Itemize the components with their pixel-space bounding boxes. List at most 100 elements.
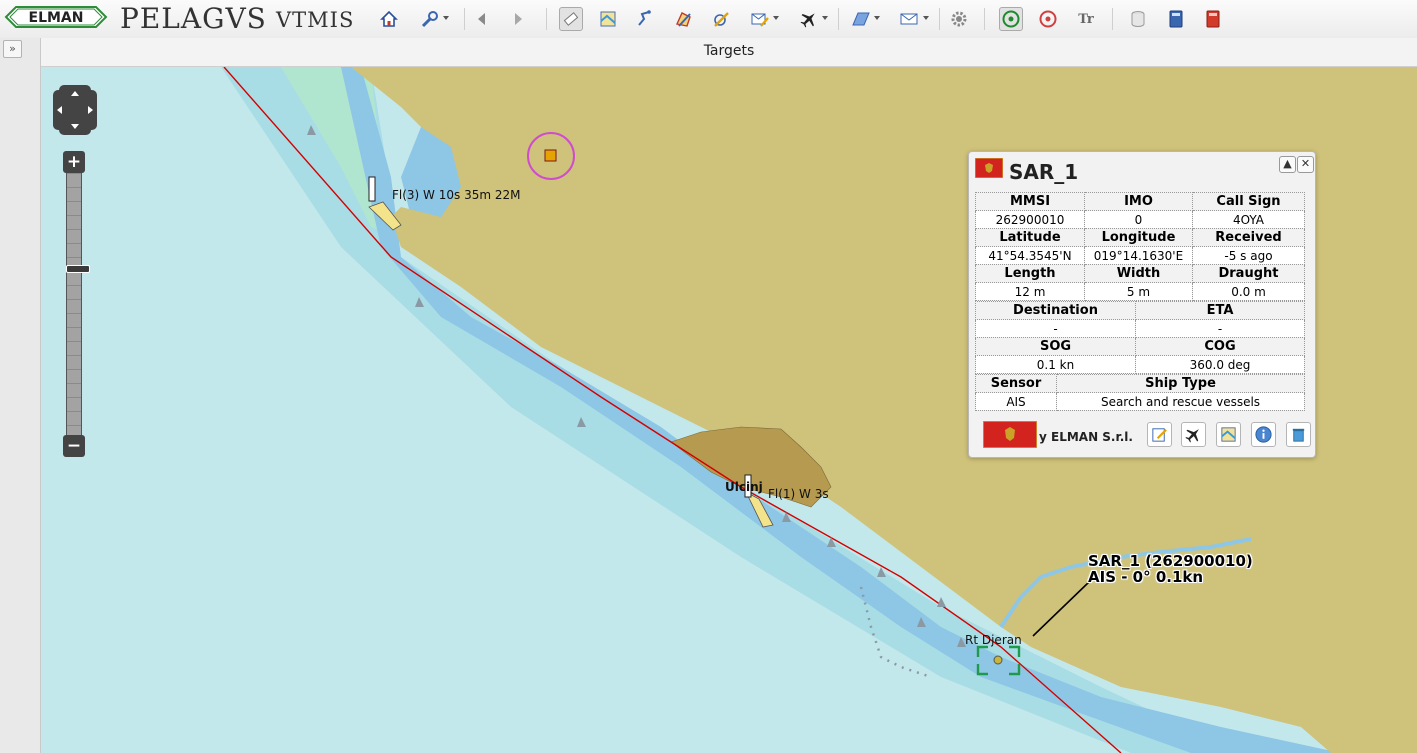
popup-title: SAR_1: [1009, 160, 1079, 184]
tools-button[interactable]: [418, 7, 442, 31]
message-edit-button[interactable]: [748, 7, 772, 31]
target-info-popup: SAR_1 ▲ ✕ MMSI IMO Call Sign 262900010 0…: [968, 151, 1316, 458]
forward-arrow-icon: [515, 13, 522, 25]
ship-label-line1: SAR_1 (262900010): [1088, 552, 1253, 570]
lighthouse-icon: [368, 176, 376, 202]
route-icon: [638, 10, 651, 26]
ship-label-line2: AIS - 0° 0.1kn: [1088, 568, 1204, 586]
aircraft-icon: [1185, 429, 1199, 443]
back-button[interactable]: [470, 7, 494, 31]
brand-suffix: VTMIS: [276, 8, 355, 32]
settings-icon: [951, 11, 967, 27]
polygon-button[interactable]: [849, 7, 873, 31]
mail-button[interactable]: [897, 7, 921, 31]
table-row: 41°54.3545'N 019°14.1630'E -5 s ago: [975, 246, 1305, 265]
book-red-button[interactable]: [1201, 7, 1225, 31]
elman-logo: ELMAN: [4, 6, 108, 28]
home-icon: [380, 10, 398, 27]
zoom-in-button[interactable]: +: [63, 151, 85, 173]
ship-map-label: SAR_1 (262900010) AIS - 0° 0.1kn: [1088, 553, 1253, 585]
route-button[interactable]: [633, 7, 657, 31]
chart-layer-icon: [600, 11, 616, 27]
brand-name: PELAGVS: [120, 2, 267, 35]
sensor-details-table: Sensor Ship Type AIS Search and rescue v…: [975, 374, 1305, 411]
footer-owner-text: y ELMAN S.r.l.: [1039, 430, 1133, 444]
book-red-icon: [1206, 10, 1220, 28]
flag-icon: [975, 158, 1003, 178]
edit-note-button[interactable]: [1147, 422, 1172, 447]
polygon-icon: [852, 12, 870, 26]
table-row: Destination ETA: [975, 301, 1305, 320]
table-row: SOG COG: [975, 337, 1305, 356]
close-icon: ✕: [1300, 157, 1311, 170]
lighthouse-label: Fl(3) W 10s 35m 22M: [392, 188, 521, 202]
book-blue-button[interactable]: [1164, 7, 1188, 31]
settings-button[interactable]: [947, 7, 971, 31]
buoy-icon: [544, 149, 557, 162]
mail-icon: [900, 13, 918, 25]
trash-button[interactable]: [1286, 422, 1311, 447]
table-row: 0.1 kn 360.0 deg: [975, 355, 1305, 374]
measure-button[interactable]: [709, 7, 733, 31]
chevron-up-icon: ▲: [1283, 157, 1292, 170]
text-size-button[interactable]: Tr: [1074, 7, 1098, 31]
edit-note-icon: [1152, 428, 1167, 442]
collapse-popup-button[interactable]: ▲: [1279, 156, 1296, 173]
info-icon: [1255, 426, 1272, 443]
logo-text: ELMAN: [29, 10, 84, 26]
table-row: Length Width Draught: [975, 264, 1305, 283]
zoom-slider-track[interactable]: [66, 173, 90, 435]
info-button[interactable]: [1251, 422, 1276, 447]
text-size-icon: Tr: [1078, 11, 1094, 27]
table-row: 262900010 0 4OYA: [975, 210, 1305, 229]
eraser-icon: [563, 12, 579, 26]
chart-icon: [1221, 427, 1236, 442]
voyage-details-table: Destination ETA - - SOG COG 0.1 kn 360.0…: [975, 301, 1305, 374]
home-button[interactable]: [377, 7, 401, 31]
vessel-details-table: MMSI IMO Call Sign 262900010 0 4OYA Lati…: [975, 192, 1305, 301]
aircraft-button[interactable]: [797, 7, 821, 31]
double-chevron-right-icon: »: [9, 42, 16, 55]
radar-green-icon: [1002, 10, 1020, 28]
point-label: Rt Djeran: [965, 633, 1022, 647]
back-arrow-icon: [478, 13, 485, 25]
town-label: Ulcinj: [725, 480, 763, 494]
trash-icon: [1292, 428, 1305, 442]
flag-icon: [983, 421, 1037, 448]
database-icon: [1131, 11, 1145, 27]
aircraft-button[interactable]: [1181, 422, 1206, 447]
radar-red-icon: [1039, 10, 1057, 28]
eraser-button[interactable]: [559, 7, 583, 31]
tools-icon: [421, 11, 438, 28]
pan-control[interactable]: [52, 85, 98, 135]
ship-icon[interactable]: [993, 655, 1003, 665]
panel-title: Targets: [41, 38, 1417, 67]
area-edit-button[interactable]: [672, 7, 696, 31]
left-sidebar-collapsed: [0, 38, 41, 753]
main-toolbar: ELMAN PELAGVS VTMIS Tr: [0, 0, 1417, 39]
zoom-slider-thumb[interactable]: [66, 265, 90, 273]
aircraft-icon: [800, 13, 815, 28]
table-row: 12 m 5 m 0.0 m: [975, 282, 1305, 301]
table-row: MMSI IMO Call Sign: [975, 192, 1305, 211]
zoom-out-button[interactable]: −: [63, 435, 85, 457]
database-button[interactable]: [1126, 7, 1150, 31]
lighthouse-label: Fl(1) W 3s: [768, 487, 829, 501]
message-edit-icon: [751, 13, 769, 27]
zoom-control: + −: [63, 151, 90, 457]
measure-icon: [714, 12, 729, 27]
radar-green-button[interactable]: [999, 7, 1023, 31]
chart-button[interactable]: [1216, 422, 1241, 447]
expand-sidebar-button[interactable]: »: [3, 40, 22, 58]
close-popup-button[interactable]: ✕: [1297, 156, 1314, 173]
table-row: - -: [975, 319, 1305, 338]
table-row: Sensor Ship Type: [975, 374, 1305, 393]
area-edit-icon: [675, 12, 691, 27]
chart-layer-button[interactable]: [596, 7, 620, 31]
popup-footer: y ELMAN S.r.l.: [975, 416, 1311, 450]
book-blue-icon: [1169, 10, 1183, 28]
table-row: AIS Search and rescue vessels: [975, 392, 1305, 411]
radar-red-button[interactable]: [1036, 7, 1060, 31]
forward-button[interactable]: [506, 7, 530, 31]
table-row: Latitude Longitude Received: [975, 228, 1305, 247]
